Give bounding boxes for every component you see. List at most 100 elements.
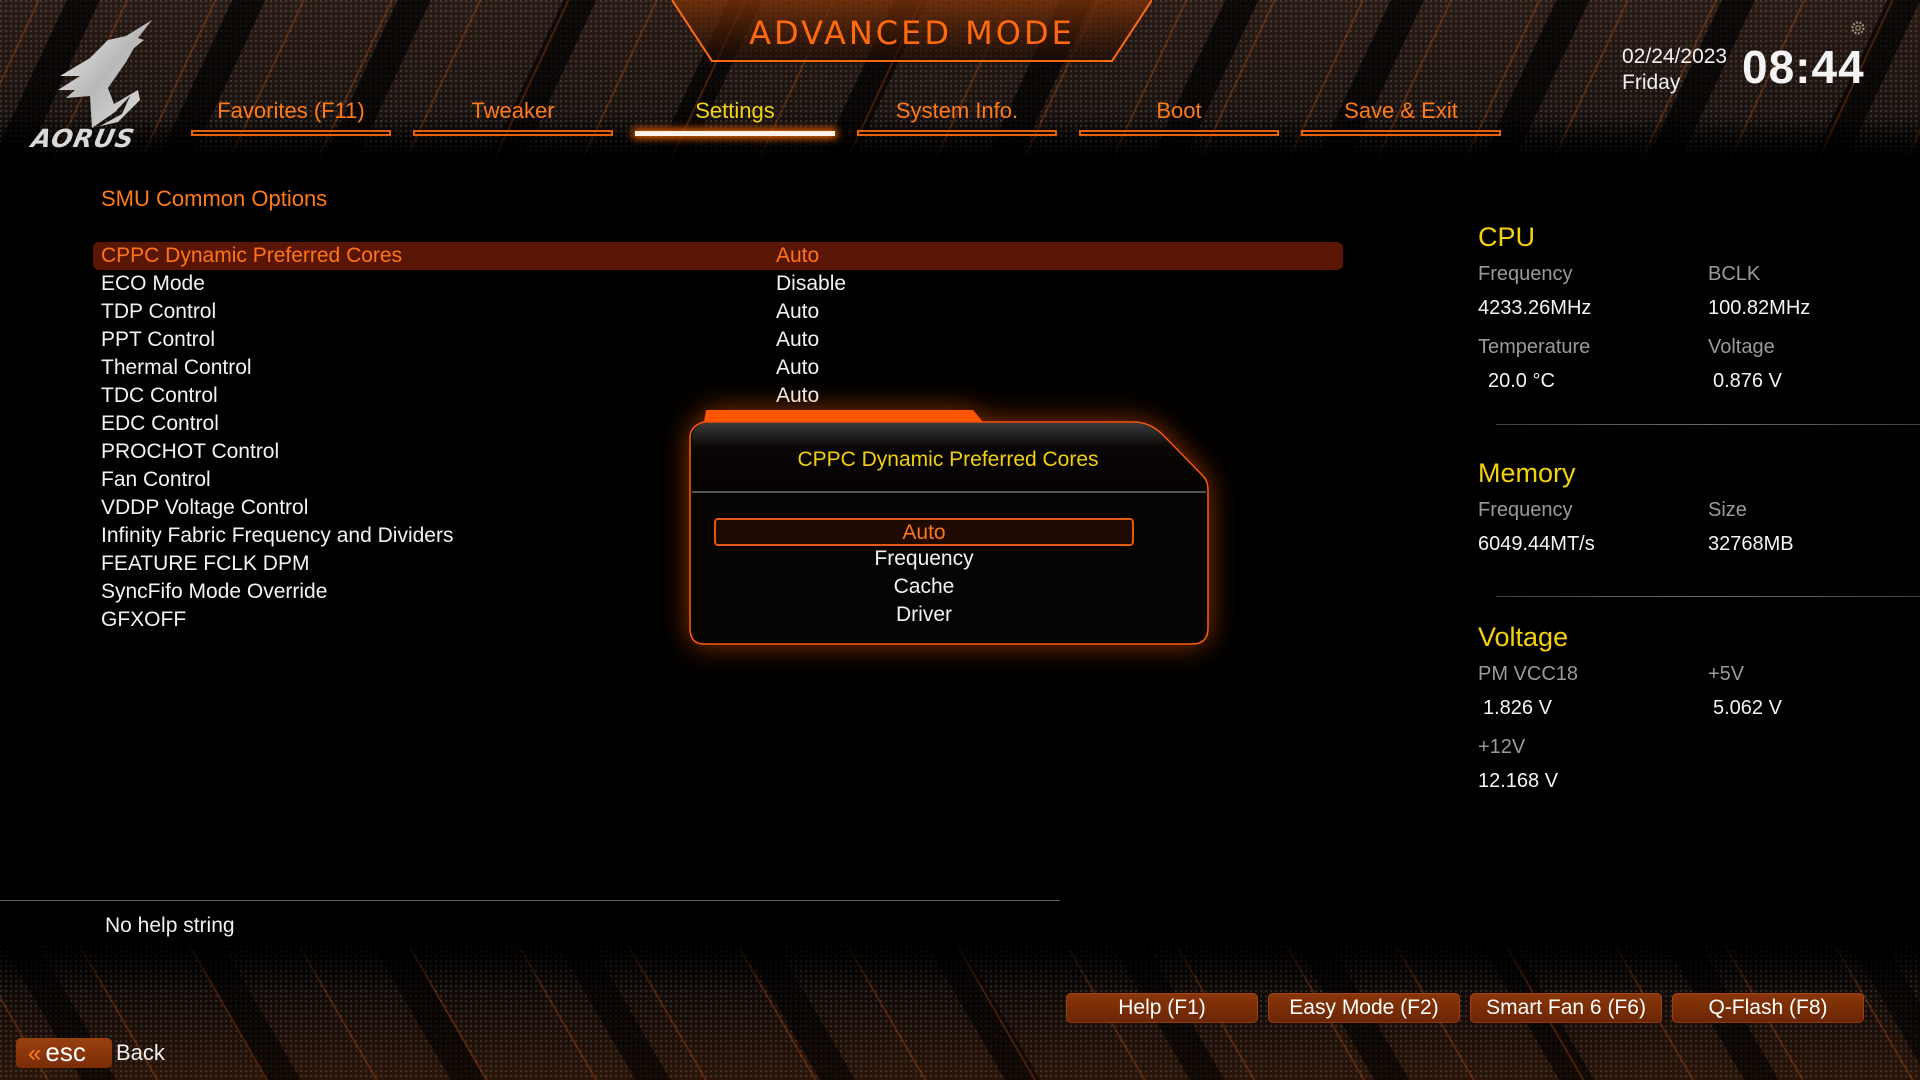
setting-name: Infinity Fabric Frequency and Dividers — [101, 524, 454, 547]
popup-option-auto[interactable]: Auto — [714, 518, 1134, 546]
gear-icon[interactable] — [1850, 20, 1866, 36]
tab-label: Save & Exit — [1344, 98, 1458, 123]
tab-label: System Info. — [895, 98, 1019, 123]
day-text: Friday — [1622, 71, 1681, 94]
setting-name: FEATURE FCLK DPM — [101, 552, 310, 575]
tab-label: Favorites (F11) — [217, 98, 365, 123]
setting-name: VDDP Voltage Control — [101, 496, 309, 519]
tab-settings[interactable]: Settings — [635, 96, 835, 140]
date-text: 02/24/2023 — [1622, 45, 1728, 68]
setting-value: Auto — [776, 356, 820, 379]
info-label: Size — [1708, 499, 1747, 521]
setting-value: Auto — [776, 384, 820, 407]
info-value: 4233.26MHz — [1478, 297, 1592, 319]
tab-save-exit[interactable]: Save & Exit — [1301, 96, 1501, 140]
setting-name: Thermal Control — [101, 356, 252, 379]
setting-value: Auto — [776, 244, 820, 267]
tab-underline-active — [635, 131, 835, 136]
setting-value: Disable — [776, 272, 847, 295]
option-popup: CPPC Dynamic Preferred Cores Auto Freque… — [688, 410, 1209, 646]
section-title: SMU Common Options — [101, 186, 328, 211]
setting-name: EDC Control — [101, 412, 219, 435]
easy-mode-button[interactable]: Easy Mode (F2) — [1268, 993, 1460, 1023]
setting-name: CPPC Dynamic Preferred Cores — [101, 244, 403, 267]
cpu-frequency: Frequency 4233.26MHz — [1478, 258, 1698, 326]
tab-tweaker[interactable]: Tweaker — [413, 96, 613, 140]
setting-row-tdp-control[interactable]: TDP Control Auto — [93, 298, 1343, 326]
info-value: 1.826 V — [1483, 697, 1552, 719]
smart-fan-button[interactable]: Smart Fan 6 (F6) — [1470, 993, 1662, 1023]
divider — [1496, 424, 1920, 425]
info-label: Frequency — [1478, 263, 1573, 285]
info-label: BCLK — [1708, 263, 1761, 285]
info-label: +12V — [1478, 736, 1526, 758]
tab-underline — [1079, 130, 1279, 136]
tab-favorites[interactable]: Favorites (F11) — [191, 96, 391, 140]
setting-row-eco-mode[interactable]: ECO Mode Disable — [93, 270, 1343, 298]
voltage-5v: +5V 5.062 V — [1708, 658, 1920, 726]
cpu-heading: CPU — [1478, 222, 1536, 252]
cpu-info-section: CPU Frequency 4233.26MHz BCLK 100.82MHz … — [1478, 218, 1920, 425]
tab-underline — [1301, 130, 1501, 136]
setting-name: SyncFifo Mode Override — [101, 580, 328, 603]
main-tabs: Favorites (F11) Tweaker Settings System … — [191, 96, 1501, 140]
voltage-heading: Voltage — [1478, 622, 1569, 652]
info-value: 0.876 V — [1713, 370, 1782, 392]
info-label: Voltage — [1708, 336, 1775, 358]
tab-system-info[interactable]: System Info. — [857, 96, 1057, 140]
setting-row-tdc-control[interactable]: TDC Control Auto — [93, 382, 1343, 410]
setting-name: PPT Control — [101, 328, 215, 351]
tab-boot[interactable]: Boot — [1079, 96, 1279, 140]
info-value: 32768MB — [1708, 533, 1794, 555]
memory-size: Size 32768MB — [1708, 494, 1920, 562]
info-value: 100.82MHz — [1708, 297, 1811, 319]
info-label: PM VCC18 — [1478, 663, 1579, 685]
mode-title: ADVANCED MODE — [749, 14, 1075, 52]
voltage-info-section: Voltage PM VCC18 1.826 V +5V 5.062 V +12… — [1478, 618, 1920, 818]
tab-underline — [191, 130, 391, 136]
setting-name: TDC Control — [101, 384, 218, 407]
help-text: No help string — [105, 914, 235, 937]
setting-value: Auto — [776, 300, 820, 323]
setting-row-thermal-control[interactable]: Thermal Control Auto — [93, 354, 1343, 382]
esc-label: esc — [45, 1037, 86, 1067]
info-label: +5V — [1708, 663, 1745, 685]
info-value: 12.168 V — [1478, 770, 1559, 792]
popup-option-cache[interactable]: Cache — [714, 574, 1134, 602]
cpu-temperature: Temperature 20.0 °C — [1478, 331, 1698, 399]
brand-wordmark: AORUS — [28, 124, 138, 153]
memory-frequency: Frequency 6049.44MT/s — [1478, 494, 1698, 562]
popup-option-frequency[interactable]: Frequency — [714, 546, 1134, 574]
setting-name: ECO Mode — [101, 272, 205, 295]
help-divider — [0, 900, 1060, 901]
tab-label: Tweaker — [471, 98, 555, 123]
voltage-12v: +12V 12.168 V — [1478, 731, 1698, 799]
setting-name: GFXOFF — [101, 608, 187, 631]
tab-label: Boot — [1156, 98, 1202, 123]
info-value: 20.0 °C — [1488, 370, 1555, 392]
system-info-panel: CPU Frequency 4233.26MHz BCLK 100.82MHz … — [1478, 218, 1920, 818]
tab-underline — [413, 130, 613, 136]
clock: 08:44 — [1742, 41, 1865, 93]
setting-value: Auto — [776, 328, 820, 351]
setting-name: TDP Control — [101, 300, 217, 323]
setting-name: PROCHOT Control — [101, 440, 280, 463]
popup-tab-accent — [704, 410, 983, 422]
tab-underline — [857, 130, 1057, 136]
q-flash-button[interactable]: Q-Flash (F8) — [1672, 993, 1864, 1023]
voltage-pm-vcc18: PM VCC18 1.826 V — [1478, 658, 1698, 726]
esc-button[interactable]: «esc — [16, 1038, 112, 1068]
popup-option-driver[interactable]: Driver — [714, 602, 1134, 630]
setting-name: Fan Control — [101, 468, 211, 491]
setting-row-cppc-dynamic-preferred-cores[interactable]: CPPC Dynamic Preferred Cores Auto — [93, 242, 1343, 270]
setting-row-ppt-control[interactable]: PPT Control Auto — [93, 326, 1343, 354]
back-label[interactable]: Back — [116, 1040, 165, 1066]
info-value: 6049.44MT/s — [1478, 533, 1595, 555]
divider — [1496, 596, 1920, 597]
double-chevron-left-icon: « — [28, 1040, 42, 1067]
help-button[interactable]: Help (F1) — [1066, 993, 1258, 1023]
memory-info-section: Memory Frequency 6049.44MT/s Size 32768M… — [1478, 454, 1920, 618]
tab-label: Settings — [695, 98, 775, 123]
memory-heading: Memory — [1478, 458, 1576, 488]
info-label: Temperature — [1478, 336, 1591, 358]
